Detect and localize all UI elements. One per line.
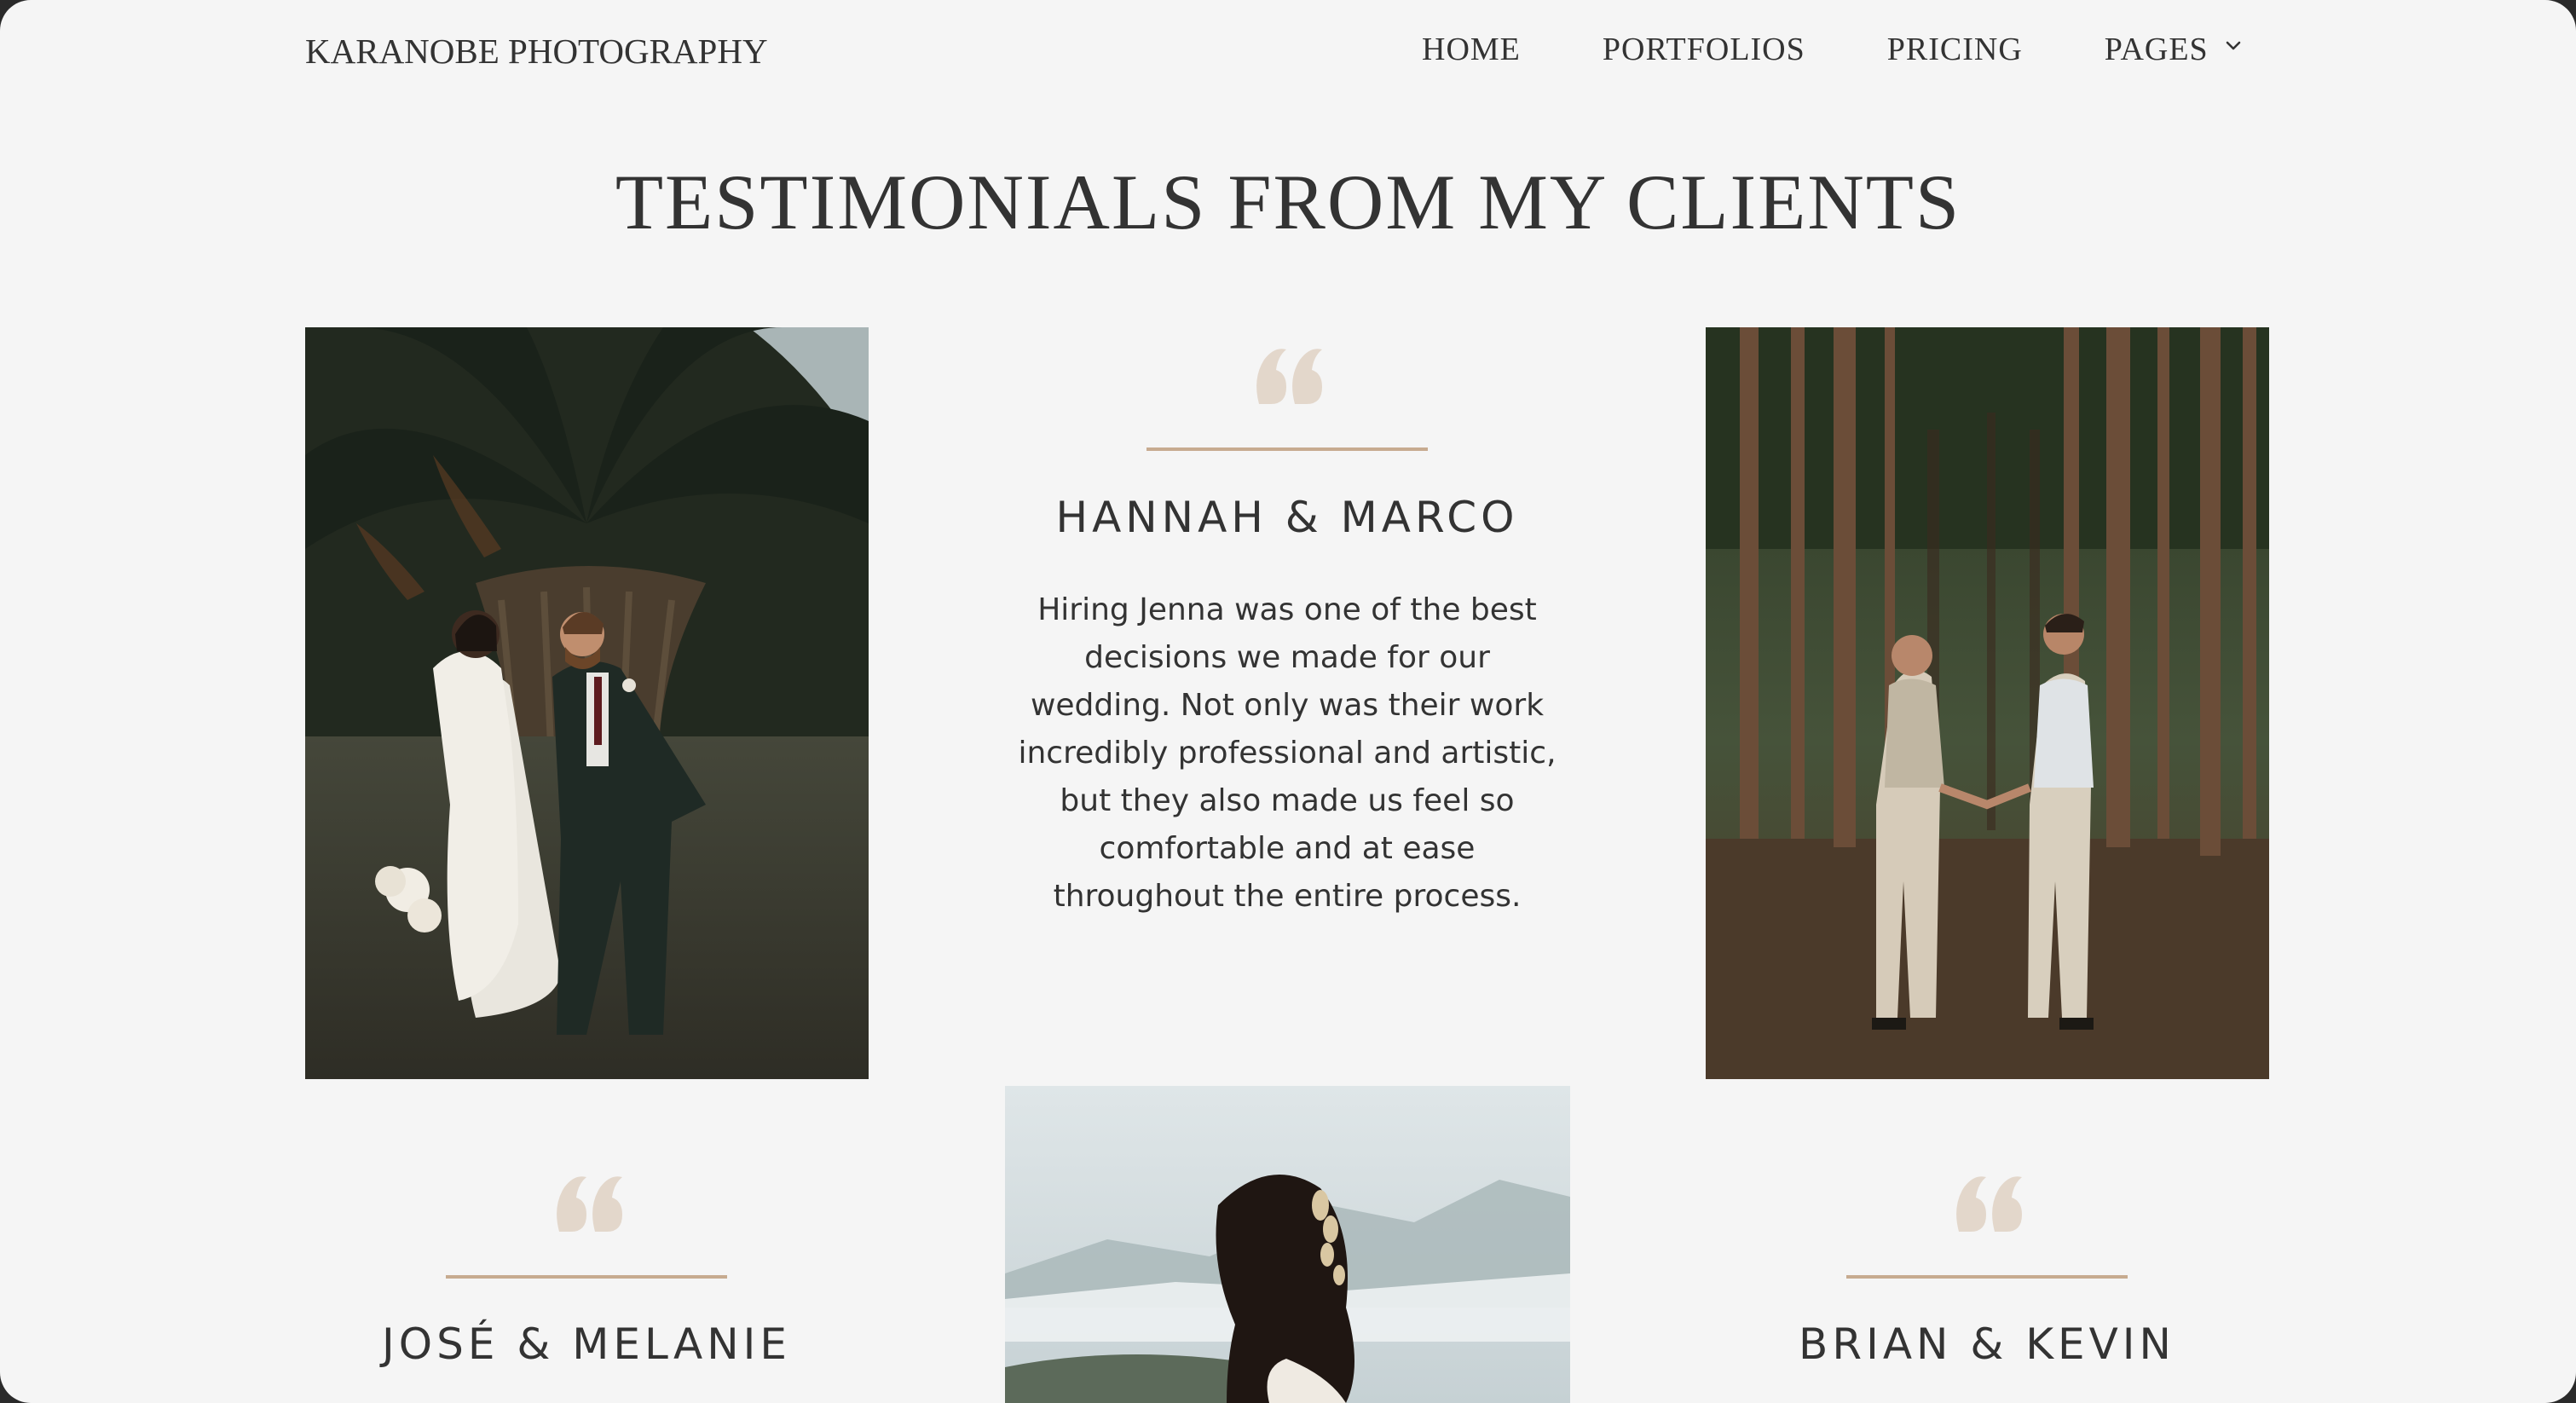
chevron-down-icon[interactable] <box>2222 35 2244 57</box>
client-name: JOSÉ & MELANIE <box>382 1319 791 1369</box>
couple-photo-forest <box>1706 327 2269 1079</box>
divider-rule <box>446 1275 727 1279</box>
quote-icon <box>1956 1176 2022 1232</box>
testimonial-text: Hiring Jenna was one of the best decisio… <box>1018 592 1557 914</box>
page: KARANOBE PHOTOGRAPHY HOME PORTFOLIOS PRI… <box>0 0 2576 1403</box>
client-name: HANNAH & MARCO <box>1055 493 1519 542</box>
client-name: BRIAN & KEVIN <box>1799 1319 2175 1369</box>
bride-photo-mountains <box>1005 1086 1570 1403</box>
site-logo[interactable]: KARANOBE PHOTOGRAPHY <box>305 31 768 72</box>
divider-rule <box>1146 447 1428 451</box>
couple-photo-palm <box>305 327 869 1079</box>
quote-icon <box>557 1176 622 1232</box>
nav-pages-label: PAGES <box>2104 32 2209 67</box>
nav-pricing[interactable]: PRICING <box>1887 31 2023 68</box>
divider-rule <box>1846 1275 2128 1279</box>
quote-icon <box>1256 349 1322 404</box>
nav-home[interactable]: HOME <box>1422 31 1521 68</box>
nav-pages[interactable]: PAGES <box>2105 31 2244 68</box>
nav-portfolios[interactable]: PORTFOLIOS <box>1603 31 1805 68</box>
section-title: TESTIMONIALS FROM MY CLIENTS <box>615 159 1961 245</box>
main-nav: HOME PORTFOLIOS PRICING PAGES <box>1422 31 2244 68</box>
